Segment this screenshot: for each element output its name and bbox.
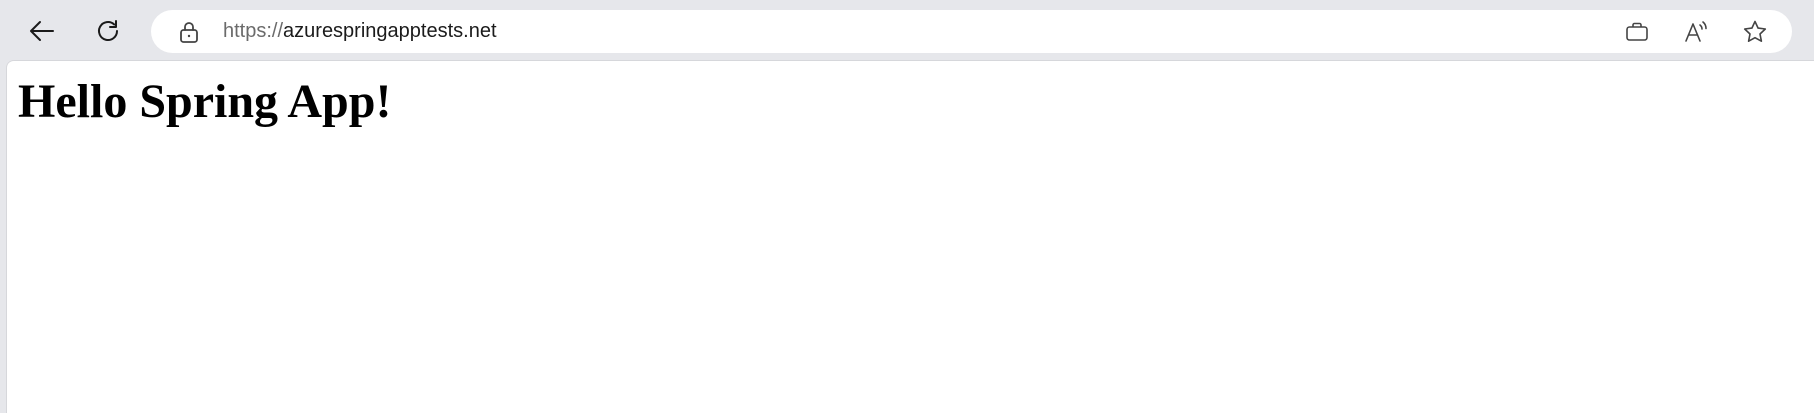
address-bar[interactable]: https://azurespringapptests.net: [151, 10, 1792, 53]
url-host: azurespringapptests.net: [283, 20, 497, 42]
url-scheme: https://: [223, 20, 284, 42]
lock-icon[interactable]: [177, 20, 201, 44]
browser-toolbar: https://azurespringapptests.net: [0, 0, 1814, 60]
browser-window: https://azurespringapptests.net Hello Sp…: [0, 0, 1814, 413]
arrow-left-icon: [29, 20, 55, 42]
url-text[interactable]: https://azurespringapptests.net: [223, 10, 497, 53]
read-aloud-icon[interactable]: [1682, 18, 1710, 46]
back-button[interactable]: [22, 11, 62, 51]
page-content: Hello Spring App!: [6, 60, 1814, 413]
reload-button[interactable]: [88, 11, 128, 51]
refresh-icon: [95, 18, 121, 44]
page-heading: Hello Spring App!: [18, 75, 392, 128]
app-available-icon[interactable]: [1623, 18, 1651, 46]
favorite-star-icon[interactable]: [1741, 18, 1769, 46]
